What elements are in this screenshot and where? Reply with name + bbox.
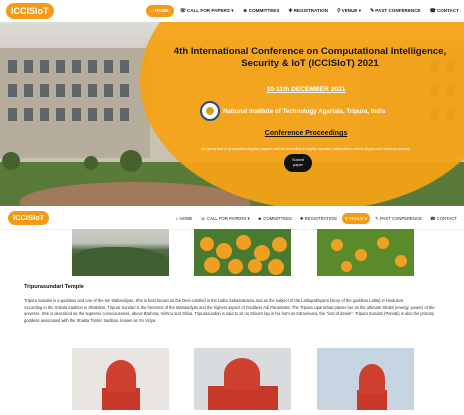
publication-note: All accepted & presented regular papers … bbox=[201, 146, 411, 151]
nav-call-for-papers[interactable]: ☏ CALL FOR PAPERS ▾ bbox=[177, 5, 237, 17]
description-paragraph-2: According to the Srikula tradition in Sh… bbox=[24, 304, 435, 324]
committees-icon: ☻ bbox=[242, 8, 248, 14]
gallery-photo-oranges bbox=[194, 229, 291, 276]
nav-registration[interactable]: ✚ REGISTRATION bbox=[285, 5, 331, 17]
conference-title-line2: Security & IoT (ICCISIoT) 2021 bbox=[241, 58, 379, 69]
gallery-photo-hills bbox=[72, 229, 169, 276]
institute-name: National Institute of Technology Agartal… bbox=[223, 107, 386, 115]
nav-contact-label: CONTACT bbox=[436, 8, 459, 13]
campus-building-left bbox=[0, 48, 150, 158]
nav-venue-label: VENUE ▾ bbox=[341, 8, 362, 13]
sticky-nav-home-label: HOME bbox=[179, 215, 193, 221]
sticky-nav-venue[interactable]: ⚲ VENUE ▾ bbox=[341, 212, 371, 224]
tree bbox=[84, 156, 98, 170]
page: ICCISIoT ⌂ HOME ☏ CALL FOR PAPERS ▾ ☻ COMMI… bbox=[0, 0, 464, 415]
nav-contact[interactable]: ☎ CONTACT bbox=[427, 5, 462, 17]
sticky-nav-contact[interactable]: ☎ CONTACT bbox=[427, 213, 460, 224]
nav-call-for-papers-label: CALL FOR PAPERS ▾ bbox=[186, 8, 234, 13]
nav-home[interactable]: ⌂ HOME bbox=[145, 5, 174, 17]
nit-agartala-seal-icon bbox=[200, 101, 220, 121]
site-logo[interactable]: ICCISIoT bbox=[6, 3, 54, 19]
sticky-nav-venue-label: VENUE ▾ bbox=[348, 215, 368, 221]
gallery-photo-orange-tree bbox=[317, 229, 414, 276]
sticky-nav-home[interactable]: ⌂ HOME bbox=[173, 213, 196, 224]
conference-title-line1: 4th International Conference on Computat… bbox=[173, 46, 447, 57]
home-icon: ⌂ bbox=[150, 8, 154, 14]
site-logo-sticky[interactable]: ICCISIoT bbox=[8, 211, 50, 225]
top-navbar: ICCISIoT ⌂ HOME ☏ CALL FOR PAPERS ▾ ☻ COMMI… bbox=[0, 0, 464, 22]
temple-photo-3 bbox=[317, 348, 414, 410]
nav-venue[interactable]: ⚲ VENUE ▾ bbox=[334, 5, 364, 17]
submit-paper-button[interactable]: Submit paper bbox=[284, 154, 312, 172]
sticky-nav-links: ⌂ HOME ☏ CALL FOR PAPERS ▾ ☻ COMMITTEES … bbox=[173, 206, 460, 230]
hero-text-block: 4th International Conference on Computat… bbox=[148, 22, 464, 206]
conference-proceedings-link[interactable]: Conference Proceedings bbox=[148, 130, 464, 137]
conference-title: 4th International Conference on Computat… bbox=[158, 46, 462, 70]
hero-banner: 4th International Conference on Computat… bbox=[0, 22, 464, 206]
description-paragraph-1: Tripura Sundari is a goddess and one of … bbox=[24, 298, 405, 303]
sticky-nav-registration-label: REGISTRATION bbox=[304, 215, 337, 221]
sticky-nav-committees[interactable]: ☻ COMMITTEES bbox=[255, 213, 295, 224]
temple-photo-2 bbox=[194, 348, 291, 410]
sticky-nav-contact-label: CONTACT bbox=[436, 215, 457, 221]
conference-dates: 10-11th DECEMBER 2021 bbox=[266, 86, 346, 93]
institute-row: National Institute of Technology Agartal… bbox=[200, 101, 385, 121]
tree bbox=[120, 150, 142, 172]
sticky-nav-past-conference-label: PAST CONFERENCE bbox=[379, 215, 422, 221]
sticky-navbar: ICCISIoT ⌂ HOME ☏ CALL FOR PAPERS ▾ ☻ CO… bbox=[0, 206, 464, 230]
top-nav-links: ⌂ HOME ☏ CALL FOR PAPERS ▾ ☻ COMMITTEES ✚ RE… bbox=[145, 0, 462, 22]
past-conference-icon: ✎ bbox=[370, 8, 375, 14]
nav-home-label: HOME bbox=[154, 8, 169, 13]
temple-photo-1 bbox=[72, 348, 169, 410]
sticky-nav-committees-label: COMMITTEES bbox=[263, 215, 292, 221]
nav-past-conference[interactable]: ✎ PAST CONFERENCE bbox=[367, 5, 424, 17]
tree bbox=[2, 152, 20, 170]
nav-past-conference-label: PAST CONFERENCE bbox=[375, 8, 421, 13]
sticky-nav-past-conference[interactable]: ✎ PAST CONFERENCE bbox=[372, 213, 425, 224]
call-papers-icon: ☏ bbox=[179, 8, 186, 14]
call-papers-icon: ☏ bbox=[200, 215, 207, 221]
nav-registration-label: REGISTRATION bbox=[293, 8, 328, 13]
nav-committees-label: COMMITTEES bbox=[248, 8, 280, 13]
venue-icon: ⚲ bbox=[336, 8, 341, 14]
nav-committees[interactable]: ☻ COMMITTEES bbox=[240, 5, 283, 17]
sticky-nav-registration[interactable]: ✚ REGISTRATION bbox=[297, 213, 340, 224]
sticky-nav-call-for-papers[interactable]: ☏ CALL FOR PAPERS ▾ bbox=[197, 213, 252, 224]
submit-paper-label-line2: paper bbox=[293, 163, 303, 167]
section-heading: Tripurasundari Temple bbox=[24, 284, 84, 290]
registration-icon: ✚ bbox=[288, 8, 293, 14]
section-description: Tripura Sundari is a goddess and one of … bbox=[24, 298, 442, 325]
contact-icon: ☎ bbox=[429, 8, 436, 14]
sticky-nav-call-for-papers-label: CALL FOR PAPERS ▾ bbox=[206, 215, 250, 221]
